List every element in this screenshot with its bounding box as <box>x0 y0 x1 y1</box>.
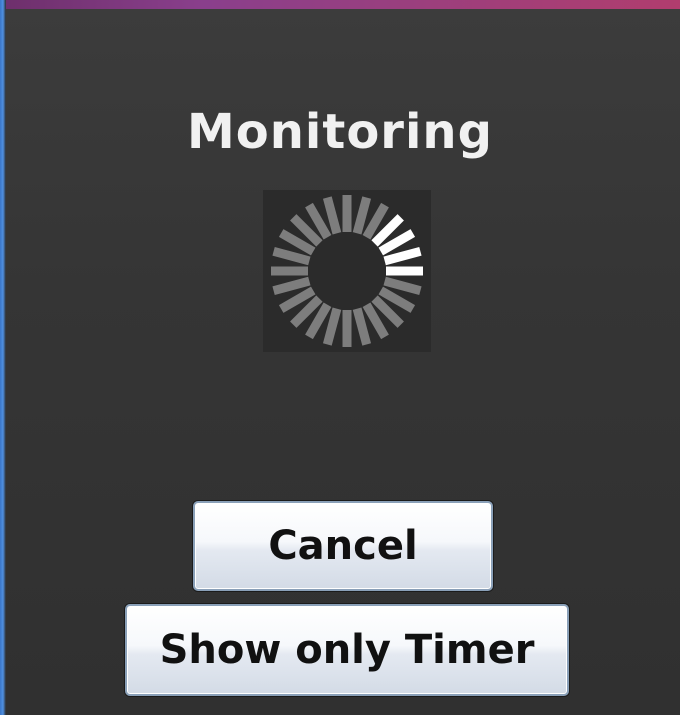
spinner-segment-active <box>383 246 422 266</box>
loading-spinner-icon <box>271 195 423 347</box>
monitoring-dialog: Monitoring Cancel Show only Timer <box>0 0 680 715</box>
spinner-segment <box>352 196 372 235</box>
status-title: Monitoring <box>187 104 493 160</box>
show-only-timer-button[interactable]: Show only Timer <box>125 604 569 696</box>
spinner-segment <box>352 307 372 346</box>
spinner-segment <box>383 276 422 296</box>
spinner-segment <box>322 307 342 346</box>
title-bar-strip <box>0 0 680 9</box>
loading-spinner <box>263 190 431 352</box>
spinner-segment <box>322 196 342 235</box>
spinner-segment <box>272 246 311 266</box>
spinner-segment <box>272 276 311 296</box>
cancel-button[interactable]: Cancel <box>193 501 493 591</box>
